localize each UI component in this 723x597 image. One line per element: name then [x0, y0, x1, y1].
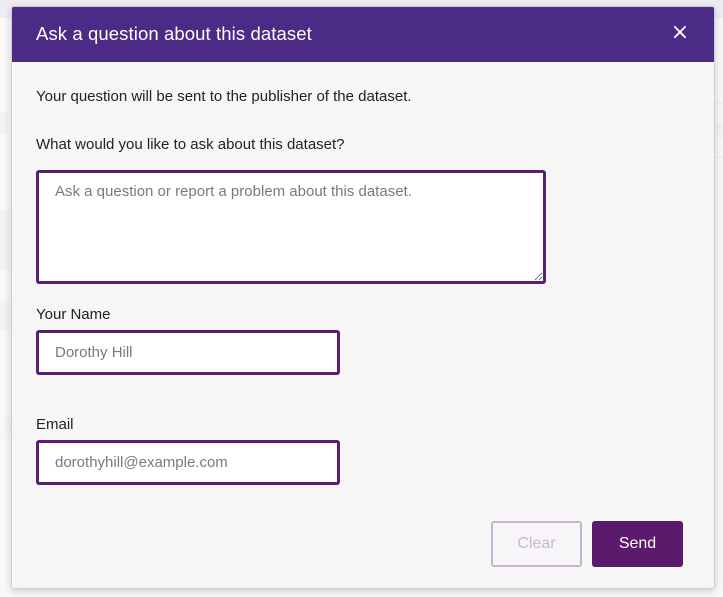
- dialog-header: Ask a question about this dataset ×: [12, 7, 714, 62]
- dialog-title: Ask a question about this dataset: [36, 23, 312, 44]
- intro-text: Your question will be sent to the publis…: [36, 88, 412, 105]
- name-input[interactable]: [36, 330, 340, 375]
- ask-question-dialog: Ask a question about this dataset × Your…: [11, 6, 715, 589]
- email-input[interactable]: [36, 440, 340, 485]
- clear-button[interactable]: Clear: [491, 521, 582, 567]
- email-label: Email: [36, 416, 74, 433]
- close-icon[interactable]: ×: [668, 21, 692, 45]
- question-label: What would you like to ask about this da…: [36, 136, 345, 153]
- name-label: Your Name: [36, 306, 111, 323]
- send-button[interactable]: Send: [592, 521, 683, 567]
- question-textarea[interactable]: [36, 170, 546, 284]
